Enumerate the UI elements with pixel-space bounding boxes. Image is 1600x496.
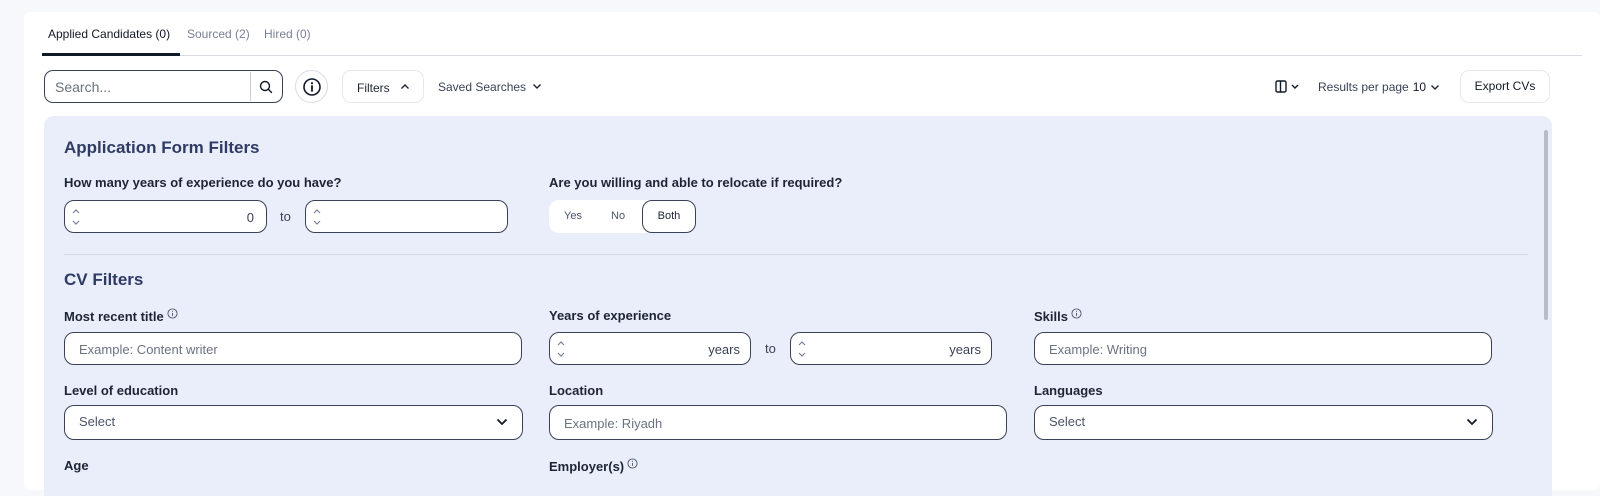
skills-text: Skills — [1034, 309, 1068, 324]
to-label: to — [280, 209, 291, 224]
export-cvs-button[interactable]: Export CVs — [1460, 70, 1550, 103]
location-input[interactable] — [564, 415, 984, 431]
columns-icon — [1275, 80, 1299, 93]
age-label: Age — [64, 458, 89, 473]
skills-input[interactable] — [1049, 341, 1469, 357]
tab-bar: Applied Candidates (0) Sourced (2) Hired… — [42, 12, 1582, 56]
chevron-down-icon — [496, 418, 508, 426]
tab-hired[interactable]: Hired (0) — [264, 27, 311, 41]
skills-label: Skills — [1034, 308, 1082, 324]
experience-question-label: How many years of experience do you have… — [64, 175, 342, 190]
results-per-page-value: 10 — [1412, 80, 1427, 94]
most-recent-title-label: Most recent title — [64, 308, 178, 324]
education-select-value: Select — [79, 414, 116, 429]
info-button[interactable] — [295, 70, 328, 103]
experience-from-field[interactable]: 0 — [64, 200, 267, 233]
relocate-option-yes[interactable]: Yes — [564, 210, 582, 222]
results-per-page[interactable]: Results per page 10 — [1318, 80, 1440, 94]
results-per-page-label: Results per page — [1318, 80, 1409, 94]
employers-label: Employer(s) — [549, 458, 638, 474]
section-divider — [64, 254, 1528, 255]
info-icon — [303, 78, 321, 96]
stepper-icon — [557, 341, 565, 357]
years-suffix: years — [708, 342, 740, 357]
employers-text: Employer(s) — [549, 459, 625, 474]
location-field — [549, 405, 1007, 440]
column-layout-toggle[interactable] — [1274, 78, 1304, 96]
languages-label: Languages — [1034, 383, 1103, 398]
panel-scrollbar[interactable] — [1544, 130, 1548, 320]
info-icon — [1071, 308, 1082, 319]
search-icon[interactable] — [258, 79, 274, 95]
info-icon — [627, 458, 638, 469]
stepper-icon — [72, 209, 80, 225]
relocate-option-no[interactable]: No — [611, 210, 625, 222]
education-select[interactable]: Select — [64, 405, 523, 440]
chevron-down-icon — [1466, 418, 1478, 426]
most-recent-title-field — [64, 332, 522, 365]
search-divider — [250, 72, 251, 101]
chevron-down-icon — [1431, 85, 1440, 91]
info-icon — [167, 308, 178, 319]
languages-select[interactable]: Select — [1034, 405, 1493, 440]
to-label: to — [765, 341, 776, 356]
saved-searches-label: Saved Searches — [438, 80, 527, 94]
filters-label: Filters — [357, 81, 390, 95]
location-label: Location — [549, 383, 604, 398]
application-form-filters-title: Application Form Filters — [64, 138, 260, 157]
applicants-card: Applied Candidates (0) Sourced (2) Hired… — [24, 12, 1600, 496]
saved-searches-dropdown[interactable]: Saved Searches — [438, 80, 541, 94]
most-recent-title-input[interactable] — [79, 341, 499, 357]
search-input[interactable] — [55, 78, 245, 96]
cv-filters-title: CV Filters — [64, 270, 144, 289]
relocate-option-both[interactable]: Both — [642, 200, 696, 233]
education-label: Level of education — [64, 383, 179, 398]
experience-from-value: 0 — [246, 210, 254, 225]
languages-select-value: Select — [1049, 414, 1086, 429]
relocate-toggle: Yes No Both — [549, 200, 696, 233]
chevron-up-icon — [401, 84, 409, 89]
tab-applied-candidates[interactable]: Applied Candidates (0) — [48, 27, 170, 41]
relocate-question-label: Are you willing and able to relocate if … — [549, 175, 843, 190]
years-from-field[interactable]: years — [549, 332, 751, 365]
active-tab-indicator — [42, 53, 180, 56]
experience-to-field[interactable] — [305, 200, 508, 233]
tab-sourced[interactable]: Sourced (2) — [187, 27, 250, 41]
stepper-icon — [313, 209, 321, 225]
search-box — [44, 70, 283, 103]
skills-field — [1034, 332, 1492, 365]
filters-button[interactable]: Filters — [342, 70, 424, 103]
chevron-down-icon — [533, 84, 541, 89]
years-to-field[interactable]: years — [790, 332, 992, 365]
years-suffix: years — [949, 342, 981, 357]
stepper-icon — [798, 341, 806, 357]
years-of-experience-label: Years of experience — [549, 308, 672, 323]
most-recent-title-text: Most recent title — [64, 309, 164, 324]
